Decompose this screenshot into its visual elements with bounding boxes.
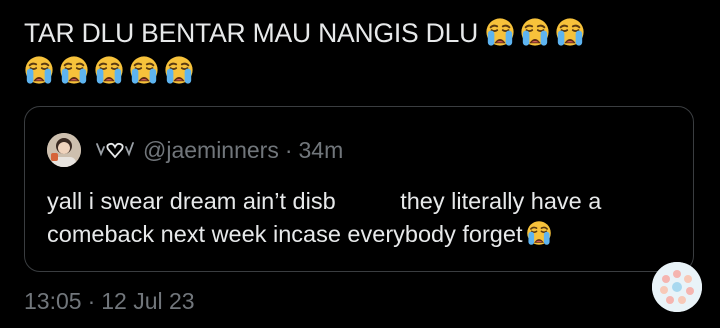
display-name[interactable]	[95, 139, 135, 161]
tweet-text-content: TAR DLU BENTAR MAU NANGIS DLU	[24, 18, 479, 48]
loudly-crying-face-icon	[24, 55, 54, 85]
loudly-crying-face-icon	[129, 55, 159, 85]
timestamp-time: 13:05	[24, 288, 82, 314]
quoted-tweet-handle[interactable]: @jaeminners	[143, 137, 279, 164]
loudly-crying-face-icon	[94, 55, 124, 85]
loudly-crying-face-icon	[164, 55, 194, 85]
tweet-text: TAR DLU BENTAR MAU NANGIS DLU	[24, 14, 684, 90]
loudly-crying-face-icon	[485, 17, 515, 47]
tweet-timestamp[interactable]: 13:05 · 12 Jul 23	[24, 288, 195, 315]
separator-dot: ·	[87, 288, 96, 314]
hearts-display-name-icon	[96, 142, 134, 159]
loudly-crying-face-icon	[59, 55, 89, 85]
quoted-tweet-text-part1: yall i swear dream ain’t disb	[47, 188, 336, 214]
loudly-crying-face-icon	[555, 17, 585, 47]
timestamp-date: 12 Jul 23	[101, 288, 195, 314]
avatar[interactable]	[47, 133, 81, 167]
floating-avatar-button[interactable]	[652, 262, 702, 312]
quoted-tweet-time[interactable]: 34m	[299, 137, 344, 164]
separator-dot: ·	[284, 136, 293, 163]
redaction-block	[335, 190, 394, 212]
loudly-crying-face-icon	[526, 220, 552, 246]
quoted-tweet-text: yall i swear dream ain’t disb they liter…	[47, 185, 687, 251]
loudly-crying-face-icon	[520, 17, 550, 47]
quoted-tweet-card[interactable]: @jaeminners · 34m yall i swear dream ain…	[24, 106, 694, 272]
quoted-tweet-header: @jaeminners · 34m	[47, 133, 343, 167]
